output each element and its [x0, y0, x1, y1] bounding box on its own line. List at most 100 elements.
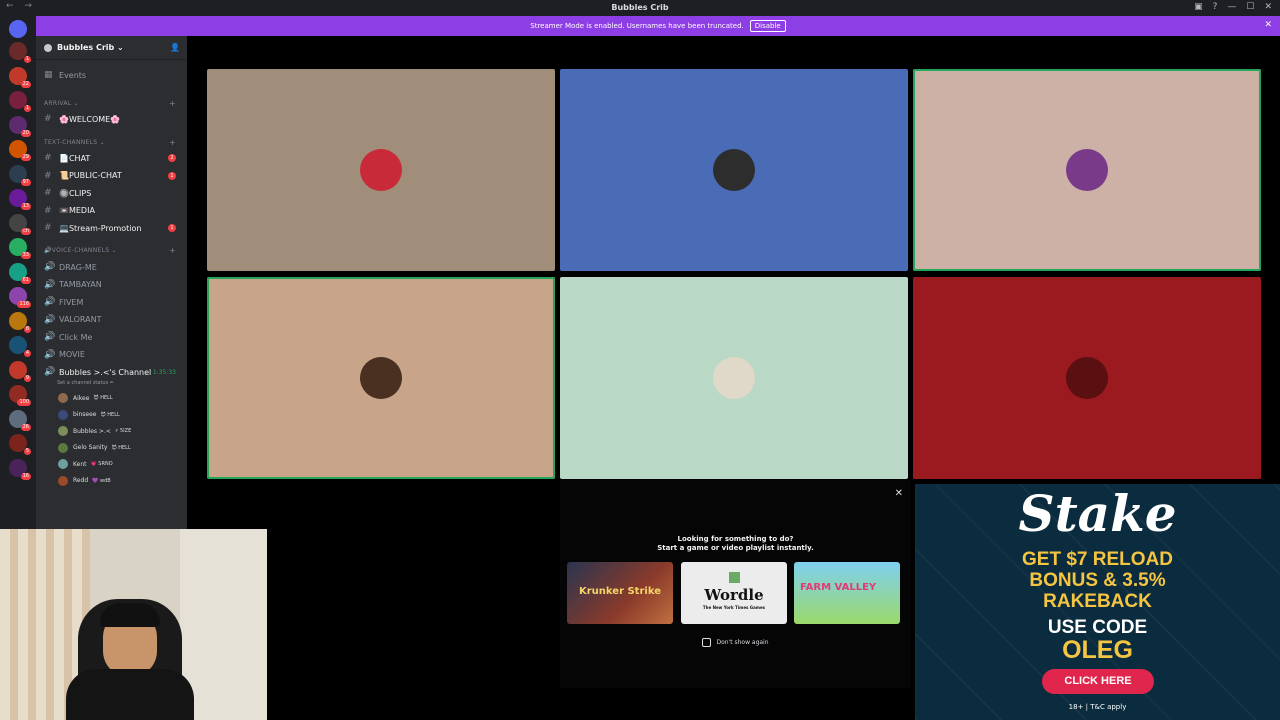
speaker-icon: 🔊 [44, 332, 56, 342]
server-icon[interactable]: 116 [9, 287, 31, 308]
active-voice-channel[interactable]: 🔊 Bubbles >.<'s Channel 1:35:33 [44, 367, 184, 377]
server-icon[interactable]: 9 [9, 360, 31, 382]
text-channel-item[interactable]: # 📜PUBLIC-CHAT 1 [44, 171, 184, 181]
channel-status[interactable]: Set a channel status ✏ [57, 380, 114, 386]
server-badge: 20 [20, 129, 31, 137]
unread-badge: 2 [168, 154, 176, 162]
events-item[interactable]: ▦ Events [44, 70, 184, 80]
voice-user[interactable]: Redd 💜 wdB [58, 475, 111, 487]
server-badge: ch [21, 227, 31, 235]
server-icon[interactable]: 22 [9, 66, 31, 88]
server-badge: 116 [17, 301, 31, 308]
channel-label: FIVEM [59, 297, 84, 307]
dont-show-again[interactable]: Don't show again [560, 638, 911, 647]
inbox-icon[interactable]: ▣ [1194, 2, 1203, 12]
add-channel-icon[interactable]: + [169, 138, 176, 147]
guild-header[interactable]: Bubbles Crib ⌄ 👤 [36, 36, 187, 60]
guild-icon [44, 43, 52, 52]
voice-channel-item[interactable]: 🔊 MOVIE [44, 350, 184, 360]
server-icon[interactable]: 13 [9, 189, 31, 210]
minimize-button[interactable]: — [1227, 2, 1236, 12]
server-icon[interactable]: 26 [9, 409, 31, 431]
video-tile[interactable] [913, 277, 1261, 479]
channel-label: 📄CHAT [59, 153, 91, 163]
server-icon[interactable]: 100 [9, 385, 31, 406]
activity-card-krunker[interactable]: Krunker Strike [567, 562, 673, 624]
voice-channel-item[interactable]: 🔊 Click Me [44, 332, 184, 342]
window-controls: ▣ ? — ☐ ✕ [1194, 2, 1272, 12]
server-icon[interactable]: 4 [9, 336, 31, 357]
voice-channel-item[interactable]: 🔊 TAMBAYAN [44, 280, 184, 290]
server-icon[interactable]: 1 [9, 42, 31, 63]
speaker-icon: 🔊 [44, 349, 56, 360]
maximize-button[interactable]: ☐ [1246, 2, 1254, 12]
voice-user[interactable]: Kent 💗 SRNO [58, 458, 113, 470]
voice-user[interactable]: Aikee 😈 HELL [58, 392, 113, 404]
webcam-overlay [0, 529, 267, 720]
disable-streamer-mode-button[interactable]: Disable [749, 20, 786, 32]
text-channel-item[interactable]: # 📼MEDIA [44, 206, 184, 216]
category-arrival[interactable]: ARRIVAL ⌄ + [44, 99, 184, 108]
activity-card-farm-valley[interactable]: FARM VALLEY [794, 562, 900, 624]
server-icon[interactable]: ch [9, 213, 31, 235]
text-channel-item[interactable]: # 📄CHAT 2 [44, 153, 184, 163]
server-icon[interactable]: 33 [9, 238, 31, 259]
card-sublabel: The New York Times Games [702, 605, 766, 610]
ad-cta-button[interactable]: CLICK HERE [1042, 669, 1154, 694]
server-icon[interactable]: 1 [9, 91, 31, 112]
voice-channel-item[interactable]: 🔊 FIVEM [44, 297, 184, 307]
checkbox[interactable] [702, 638, 712, 647]
chevron-down-icon: ⌄ [114, 43, 124, 52]
ad-terms: 18+ | T&C apply [1068, 703, 1127, 711]
close-button[interactable]: ✕ [1264, 2, 1272, 12]
category-text-channels[interactable]: TEXT-CHANNELS ⌄ + [44, 138, 184, 147]
server-badge: 1 [23, 56, 31, 63]
voice-user[interactable]: binseee 😈 HELL [58, 409, 120, 421]
voice-channel-item[interactable]: 🔊 DRAG-ME [44, 262, 184, 272]
events-label: Events [59, 70, 87, 80]
video-tile[interactable] [560, 69, 908, 271]
discord-home-icon[interactable] [9, 20, 27, 38]
text-channel-item[interactable]: # 💻Stream-Promotion 1 [44, 223, 184, 233]
speaker-icon: 🔊 [44, 297, 56, 307]
server-icon[interactable]: 61 [9, 262, 31, 284]
server-badge: 100 [17, 399, 31, 406]
streamer-mode-banner: Streamer Mode is enabled. Usernames have… [36, 16, 1280, 36]
activity-card-wordle[interactable]: Wordle The New York Times Games [681, 562, 787, 624]
server-badge: 22 [20, 80, 31, 88]
video-tile[interactable] [560, 277, 908, 479]
add-channel-icon[interactable]: + [169, 99, 176, 108]
close-icon[interactable]: ✕ [895, 488, 903, 499]
video-tile[interactable] [207, 69, 555, 271]
channel-welcome[interactable]: # 🌸WELCOME🌸 [44, 114, 184, 124]
text-channel-item[interactable]: # 🔘CLIPS [44, 188, 184, 198]
voice-user[interactable]: Bubbles >.< ⚡ 5IZE [58, 425, 131, 437]
server-icon[interactable]: 5 [9, 434, 31, 455]
video-tile[interactable] [207, 277, 555, 479]
person-shirt [66, 669, 194, 720]
voice-channel-item[interactable]: 🔊 VALORANT [44, 315, 184, 325]
user-name: Redd [73, 477, 89, 484]
voice-user[interactable]: Gelo Sanity 😈 HELL [58, 442, 131, 454]
server-icon[interactable]: 8 [9, 311, 31, 333]
ad-code: OLEG [1062, 636, 1133, 664]
server-icon[interactable]: 16 [9, 458, 31, 480]
server-icon[interactable]: 97 [9, 164, 31, 186]
add-member-icon[interactable]: 👤 [170, 43, 180, 52]
prompt-subheading: Start a game or video playlist instantly… [657, 544, 814, 552]
hash-icon: # [44, 114, 52, 124]
help-icon[interactable]: ? [1213, 2, 1218, 12]
user-tag: 😈 HELL [93, 395, 113, 401]
server-badge: 4 [23, 350, 31, 357]
server-badge: 9 [23, 374, 31, 382]
category-voice-channels[interactable]: 🔊 VOICE-CHANNELS ⌄ + [44, 246, 184, 255]
close-icon[interactable]: ✕ [1264, 20, 1272, 30]
add-channel-icon[interactable]: + [169, 246, 176, 255]
speaker-icon: 🔊 [44, 279, 56, 290]
speaker-icon: 🔊 [44, 367, 56, 377]
video-tile[interactable] [913, 69, 1261, 271]
server-icon[interactable]: 20 [9, 115, 31, 137]
category-label: VOICE-CHANNELS [51, 247, 110, 254]
server-icon[interactable]: 29 [9, 140, 31, 161]
hash-icon: # [44, 205, 52, 216]
